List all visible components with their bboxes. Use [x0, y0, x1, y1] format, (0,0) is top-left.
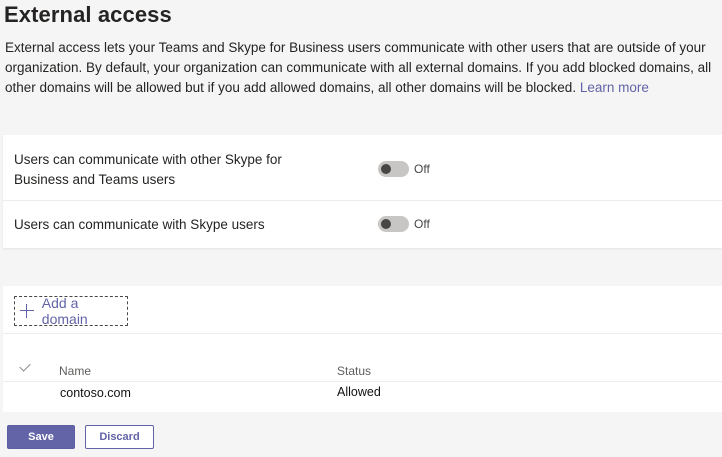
table-row[interactable]: contoso.com Allowed	[3, 383, 722, 407]
add-domain-button[interactable]: Add a domain	[14, 295, 128, 327]
setting-row-skype-users: Users can communicate with Skype users O…	[3, 201, 722, 248]
setting-label: Users can communicate with Skype users	[14, 217, 265, 232]
domains-toolbar: Add a domain	[3, 286, 722, 334]
column-header-status[interactable]: Status	[337, 364, 371, 378]
page-title: External access	[4, 2, 172, 27]
toggle-switch-skype-users[interactable]	[378, 216, 409, 232]
settings-card: Users can communicate with other Skype f…	[3, 135, 722, 248]
toggle-state-label: Off	[414, 162, 430, 176]
domain-status-cell: Allowed	[337, 385, 381, 399]
domain-name-cell: contoso.com	[60, 386, 131, 400]
plus-icon	[20, 304, 34, 318]
toggle-knob	[381, 164, 391, 174]
setting-label: Users can communicate with other Skype f…	[14, 152, 282, 187]
discard-button[interactable]: Discard	[85, 425, 154, 449]
domains-table-header: Name Status	[3, 360, 722, 382]
page-description: External access lets your Teams and Skyp…	[5, 38, 720, 98]
domains-card: Add a domain Name Status contoso.com All…	[3, 286, 722, 412]
setting-row-skype-business-teams: Users can communicate with other Skype f…	[3, 135, 722, 201]
toggle-state-label: Off	[414, 217, 430, 231]
toggle-switch-skype-business-teams[interactable]	[378, 161, 409, 177]
toggle-knob	[381, 219, 391, 229]
select-all-check-icon[interactable]	[19, 360, 31, 372]
save-button[interactable]: Save	[7, 425, 75, 449]
add-domain-label: Add a domain	[41, 295, 88, 327]
learn-more-link[interactable]: Learn more	[580, 80, 649, 95]
column-header-name[interactable]: Name	[59, 364, 91, 378]
